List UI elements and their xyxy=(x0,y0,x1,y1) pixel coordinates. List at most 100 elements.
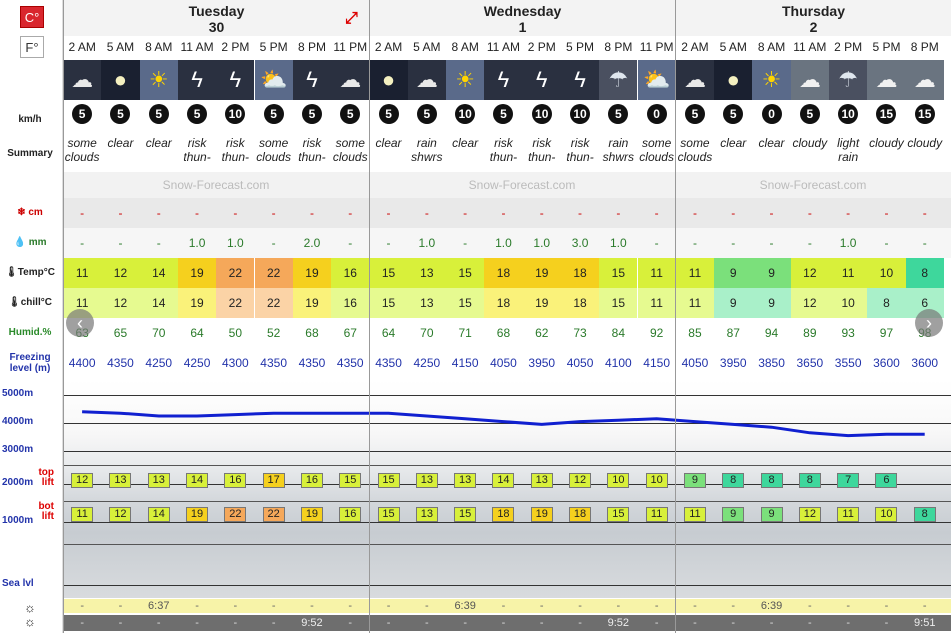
temp-cell: 11 xyxy=(637,258,676,288)
snow-cell: - xyxy=(846,206,851,220)
scroll-left-button[interactable]: ‹ xyxy=(66,309,94,337)
top-lift-badge: 8 xyxy=(722,473,745,488)
sunset-dash: - xyxy=(233,617,238,629)
time-label: 11 AM xyxy=(484,38,523,60)
lightning-icon: ϟ xyxy=(216,60,255,100)
sun-icon: ☀ xyxy=(139,60,178,100)
sunrise-dash: - xyxy=(501,600,506,612)
snow-unit: cm xyxy=(28,207,43,218)
lightning-icon: ϟ xyxy=(522,60,561,100)
bot-lift-label: bot lift xyxy=(20,502,54,522)
bot-lift-cell: 15 xyxy=(369,500,407,526)
time-label: 5 AM xyxy=(101,38,140,60)
top-lift-badge: 16 xyxy=(224,473,247,488)
rain-cell: - xyxy=(463,236,468,250)
bot-lift-badge: 19 xyxy=(300,507,323,522)
freezing-cell: 4150 xyxy=(643,356,670,370)
bot-lift-cell: 11 xyxy=(638,500,676,526)
wind-cell: 5 xyxy=(331,104,369,134)
wind-speed-badge: 5 xyxy=(187,104,208,124)
rain-cell: 3.0 xyxy=(571,236,589,250)
top-lift-cell: 13 xyxy=(523,466,561,492)
summary-line1: clear xyxy=(452,136,479,150)
summary-line1: some xyxy=(641,136,672,150)
humidity-cell: 94 xyxy=(764,326,779,340)
snow-cell: - xyxy=(539,206,544,220)
top-lift-badge: 13 xyxy=(454,473,477,488)
day-name: Wednesday xyxy=(483,3,562,19)
moon-icon: ● xyxy=(369,60,408,100)
freezing-cell: 4300 xyxy=(221,356,249,370)
logo-strip: Snow-Forecast.com xyxy=(675,172,951,198)
chill-cell: 12 xyxy=(790,288,829,318)
top-lift-cell: 7 xyxy=(829,466,867,492)
time-label: 2 AM xyxy=(63,38,102,60)
scroll-right-button[interactable]: › xyxy=(915,309,943,337)
summary-line2: shwrs xyxy=(411,150,443,164)
top-lift-badge: 14 xyxy=(186,473,209,488)
day-separator xyxy=(675,0,676,633)
temp-cell: 9 xyxy=(714,258,753,288)
day-number: 2 xyxy=(809,19,818,35)
temp-cell: 10 xyxy=(867,258,906,288)
summary-line1: some xyxy=(335,136,365,150)
wind-speed-badge: 10 xyxy=(570,104,591,124)
snow-forecast-logo: Snow-Forecast.com xyxy=(759,178,867,192)
bot-lift-badge: 11 xyxy=(683,507,706,522)
snow-cell: - xyxy=(156,206,161,220)
bot-lift-badge: 22 xyxy=(224,507,247,522)
rain-cell: - xyxy=(80,236,85,250)
rain-cell: 2.0 xyxy=(303,236,321,250)
summary-cell: clear xyxy=(369,136,407,170)
moon-icon: ● xyxy=(714,60,753,100)
freezing-cell: 4350 xyxy=(375,356,402,370)
top-lift-badge: 12 xyxy=(569,473,592,488)
freezing-cell: 4050 xyxy=(490,356,517,370)
fahrenheit-button[interactable]: F° xyxy=(20,36,44,58)
altitude-gridline xyxy=(63,395,951,396)
day-number: 1 xyxy=(518,19,527,35)
snow-cell: - xyxy=(424,206,429,220)
time-label: 2 PM xyxy=(216,38,255,60)
snow-cell: - xyxy=(195,206,200,220)
wind-speed-badge: 5 xyxy=(340,104,361,124)
wind-speed-badge: 0 xyxy=(646,104,667,124)
sunrise-icon: ☼ xyxy=(24,600,36,615)
sunrise-dash: - xyxy=(80,600,84,612)
sunrise-dash: - xyxy=(386,600,391,612)
snow-cell: - xyxy=(501,206,506,220)
sunset-icon: ☼ xyxy=(24,614,36,629)
bot-lift-badge: 15 xyxy=(377,507,400,522)
temp-cell: 12 xyxy=(790,258,829,288)
time-label: 2 AM xyxy=(675,38,715,60)
temp-cell: 18 xyxy=(484,258,523,288)
summary-line2: clouds xyxy=(677,150,713,164)
lightning-icon: ϟ xyxy=(560,60,600,100)
time-label: 5 AM xyxy=(407,38,446,60)
top-lift-cell: 13 xyxy=(101,466,139,492)
temp-cell: 11 xyxy=(63,258,102,288)
summary-line1: clear xyxy=(720,136,747,150)
bot-lift-cell: 18 xyxy=(484,500,522,526)
humidity-cell: 65 xyxy=(113,326,128,340)
time-label: 11 PM xyxy=(331,38,370,60)
time-label: 8 AM xyxy=(446,38,485,60)
chill-cell: 19 xyxy=(522,288,561,318)
bot-lift-cell: 13 xyxy=(408,500,446,526)
celsius-button[interactable]: C° xyxy=(20,6,44,28)
snow-cell: - xyxy=(348,206,353,220)
wind-cell: 5 xyxy=(63,104,101,134)
expand-icon[interactable]: ⤢ xyxy=(345,10,358,28)
sunset-dash: - xyxy=(386,617,391,629)
sunrise-dash: - xyxy=(731,600,736,612)
bot-lift-badge: 22 xyxy=(262,507,285,522)
snow-cell: - xyxy=(616,206,621,220)
chill-cell: 12 xyxy=(101,288,140,318)
chill-cell: 19 xyxy=(177,288,217,318)
summary-cell: rain shwrs xyxy=(408,136,446,170)
bot-lift-badge: 15 xyxy=(454,507,477,522)
sunset-time: 9:51 xyxy=(905,615,944,631)
top-lift-cell: 12 xyxy=(561,466,599,492)
sunset-dash: - xyxy=(195,617,199,629)
humidity-cell: 73 xyxy=(573,326,587,340)
